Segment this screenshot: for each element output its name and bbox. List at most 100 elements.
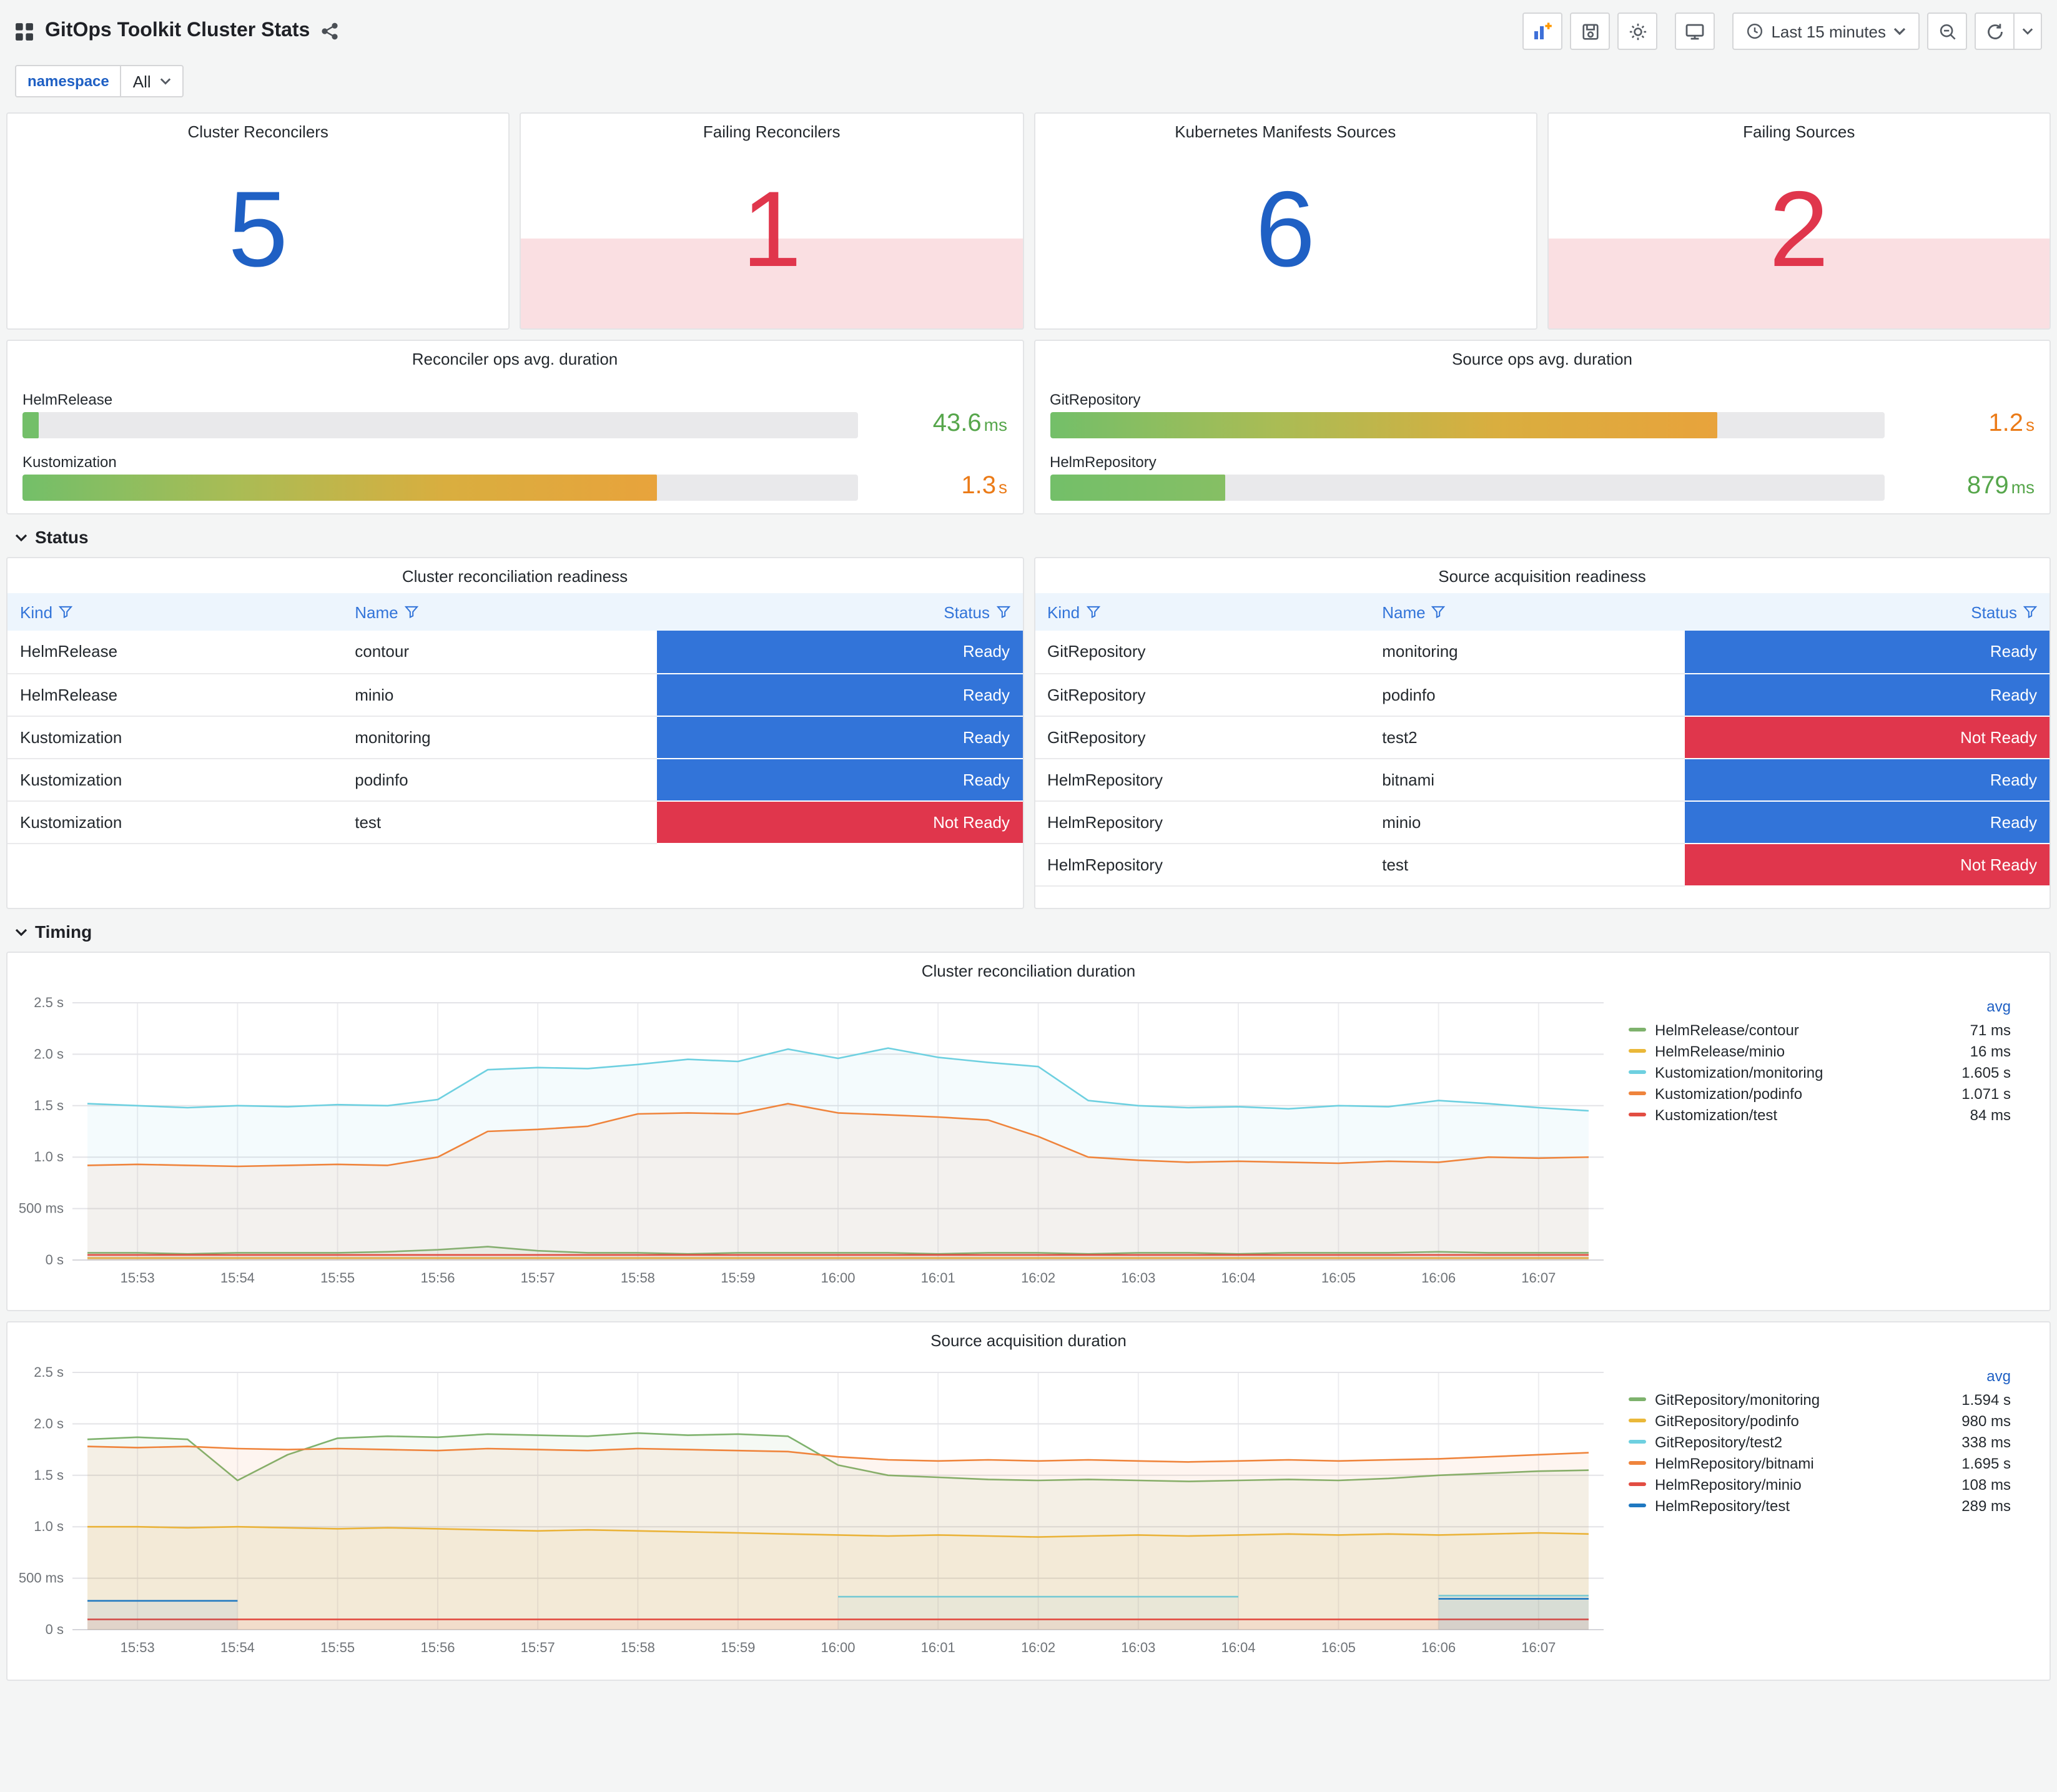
svg-text:16:04: 16:04 bbox=[1221, 1270, 1255, 1286]
stat-value: 2 bbox=[1768, 169, 1829, 290]
dashboard-grid-icon[interactable] bbox=[15, 22, 34, 41]
stat-panel-kubernetes-manifests-sources: Kubernetes Manifests Sources 6 bbox=[1033, 112, 1537, 330]
section-title: Timing bbox=[35, 922, 92, 942]
svg-text:0 s: 0 s bbox=[46, 1252, 64, 1268]
table-row: Kustomization podinfo Ready bbox=[7, 758, 1022, 801]
status-badge: Ready bbox=[657, 631, 1022, 674]
series-avg-value: 338 ms bbox=[1961, 1433, 2011, 1450]
legend-item[interactable]: HelmRepository/test 289 ms bbox=[1629, 1495, 2011, 1516]
svg-text:15:57: 15:57 bbox=[521, 1640, 555, 1655]
cell-kind: Kustomization bbox=[7, 716, 343, 759]
series-name: HelmRelease/contour bbox=[1655, 1021, 1799, 1038]
save-dashboard-button[interactable] bbox=[1570, 12, 1611, 50]
panel-title[interactable]: Kubernetes Manifests Sources bbox=[1035, 114, 1536, 149]
status-badge: Ready bbox=[1684, 673, 2050, 716]
panel-title[interactable]: Source acquisition readiness bbox=[1035, 558, 2050, 593]
legend-item[interactable]: HelmRepository/bitnami 1.695 s bbox=[1629, 1452, 2011, 1474]
cell-name: minio bbox=[342, 673, 657, 716]
svg-text:16:06: 16:06 bbox=[1421, 1270, 1456, 1286]
gauge-label: HelmRepository bbox=[1050, 453, 1157, 471]
cluster-reconciliation-chart[interactable]: 15:53 15:54 15:55 15:56 15:57 15:58 15:59 16:00… bbox=[12, 988, 1624, 1292]
cell-kind: HelmRelease bbox=[7, 631, 343, 674]
panel-cluster-reconciliation-readiness: Cluster reconciliation readiness Kind Na… bbox=[6, 557, 1024, 909]
series-name: Kustomization/podinfo bbox=[1655, 1085, 1803, 1102]
series-color-mark bbox=[1629, 1440, 1646, 1444]
cell-kind: HelmRepository bbox=[1035, 800, 1370, 844]
section-header-status[interactable]: Status bbox=[15, 527, 2042, 547]
monitor-icon bbox=[1685, 22, 1705, 41]
source-acquisition-chart[interactable]: 15:53 15:54 15:55 15:56 15:57 15:58 15:59 16:00… bbox=[12, 1357, 1624, 1662]
column-header-name[interactable]: Name bbox=[342, 593, 657, 631]
chevron-down-icon bbox=[160, 77, 171, 85]
tables-row: Cluster reconciliation readiness Kind Na… bbox=[6, 557, 2051, 909]
cell-kind: GitRepository bbox=[1035, 716, 1370, 759]
legend-item[interactable]: Kustomization/test 84 ms bbox=[1629, 1104, 2011, 1125]
time-range-picker[interactable]: Last 15 minutes bbox=[1732, 12, 1920, 50]
panel-title[interactable]: Failing Sources bbox=[1549, 114, 2050, 149]
refresh-interval-dropdown[interactable] bbox=[2015, 12, 2042, 50]
svg-text:16:04: 16:04 bbox=[1221, 1640, 1255, 1655]
svg-text:16:02: 16:02 bbox=[1021, 1270, 1055, 1286]
filter-icon[interactable] bbox=[404, 606, 418, 618]
cell-name: bitnami bbox=[1369, 758, 1684, 801]
svg-text:500 ms: 500 ms bbox=[19, 1570, 64, 1586]
legend-item[interactable]: GitRepository/monitoring 1.594 s bbox=[1629, 1389, 2011, 1410]
column-header-kind[interactable]: Kind bbox=[7, 593, 343, 631]
gauge-track bbox=[1050, 412, 1885, 438]
legend-item[interactable]: HelmRelease/contour 71 ms bbox=[1629, 1019, 2011, 1040]
variable-namespace-select[interactable]: All bbox=[121, 65, 184, 97]
refresh-button[interactable] bbox=[1975, 12, 2015, 50]
tv-mode-button[interactable] bbox=[1675, 12, 1715, 50]
gauge-row-helmrepository: HelmRepository 879 ms bbox=[1050, 447, 2035, 501]
add-panel-button[interactable] bbox=[1522, 12, 1563, 50]
panel-title[interactable]: Cluster Reconcilers bbox=[7, 114, 508, 149]
panel-title[interactable]: Cluster reconciliation duration bbox=[7, 953, 2050, 988]
filter-icon[interactable] bbox=[2023, 606, 2037, 618]
cell-kind: HelmRelease bbox=[7, 673, 343, 716]
panel-title[interactable]: Source acquisition duration bbox=[7, 1322, 2050, 1357]
svg-text:15:56: 15:56 bbox=[420, 1270, 455, 1286]
panel-title[interactable]: Failing Reconcilers bbox=[521, 114, 1022, 149]
series-name: GitRepository/podinfo bbox=[1655, 1412, 1799, 1429]
legend-item[interactable]: HelmRelease/minio 16 ms bbox=[1629, 1040, 2011, 1061]
legend-item[interactable]: GitRepository/test2 338 ms bbox=[1629, 1431, 2011, 1452]
svg-text:1.5 s: 1.5 s bbox=[34, 1098, 64, 1113]
svg-text:1.0 s: 1.0 s bbox=[34, 1519, 64, 1534]
filter-icon[interactable] bbox=[59, 606, 73, 618]
legend-item[interactable]: Kustomization/podinfo 1.071 s bbox=[1629, 1083, 2011, 1104]
svg-text:2.0 s: 2.0 s bbox=[34, 1046, 64, 1061]
column-header-kind[interactable]: Kind bbox=[1035, 593, 1370, 631]
status-badge: Ready bbox=[1684, 631, 2050, 674]
filter-icon[interactable] bbox=[996, 606, 1010, 618]
svg-text:1.5 s: 1.5 s bbox=[34, 1467, 64, 1483]
status-badge: Ready bbox=[1684, 800, 2050, 844]
series-color-mark bbox=[1629, 1482, 1646, 1486]
zoom-out-time-button[interactable] bbox=[1927, 12, 1967, 50]
series-color-mark bbox=[1629, 1091, 1646, 1095]
legend-item[interactable]: Kustomization/monitoring 1.605 s bbox=[1629, 1061, 2011, 1083]
panel-title[interactable]: Source ops avg. duration bbox=[1050, 341, 2035, 376]
share-icon[interactable] bbox=[321, 22, 338, 40]
section-header-timing[interactable]: Timing bbox=[15, 922, 2042, 942]
gauge-row-kustomization: Kustomization 1.3 s bbox=[22, 447, 1007, 501]
stats-row: Cluster Reconcilers 5 Failing Reconciler… bbox=[6, 112, 2051, 330]
column-header-name[interactable]: Name bbox=[1369, 593, 1684, 631]
svg-text:16:03: 16:03 bbox=[1121, 1640, 1155, 1655]
series-color-mark bbox=[1629, 1461, 1646, 1465]
cell-kind: Kustomization bbox=[7, 800, 343, 844]
chevron-down-icon bbox=[15, 927, 27, 936]
panel-source-acquisition-duration: Source acquisition duration 15:53 15:54 15… bbox=[6, 1321, 2051, 1681]
cell-kind: HelmRepository bbox=[1035, 843, 1370, 886]
column-header-status[interactable]: Status bbox=[1684, 593, 2050, 631]
column-header-status[interactable]: Status bbox=[657, 593, 1022, 631]
filter-icon[interactable] bbox=[1431, 606, 1446, 618]
filter-icon[interactable] bbox=[1086, 606, 1100, 618]
dashboard-settings-button[interactable] bbox=[1617, 12, 1658, 50]
series-avg-value: 16 ms bbox=[1970, 1042, 2011, 1060]
status-badge: Ready bbox=[657, 758, 1022, 801]
series-name: GitRepository/test2 bbox=[1655, 1433, 1783, 1450]
panel-title[interactable]: Reconciler ops avg. duration bbox=[22, 341, 1007, 376]
panel-title[interactable]: Cluster reconciliation readiness bbox=[7, 558, 1022, 593]
legend-item[interactable]: HelmRepository/minio 108 ms bbox=[1629, 1474, 2011, 1495]
legend-item[interactable]: GitRepository/podinfo 980 ms bbox=[1629, 1410, 2011, 1431]
